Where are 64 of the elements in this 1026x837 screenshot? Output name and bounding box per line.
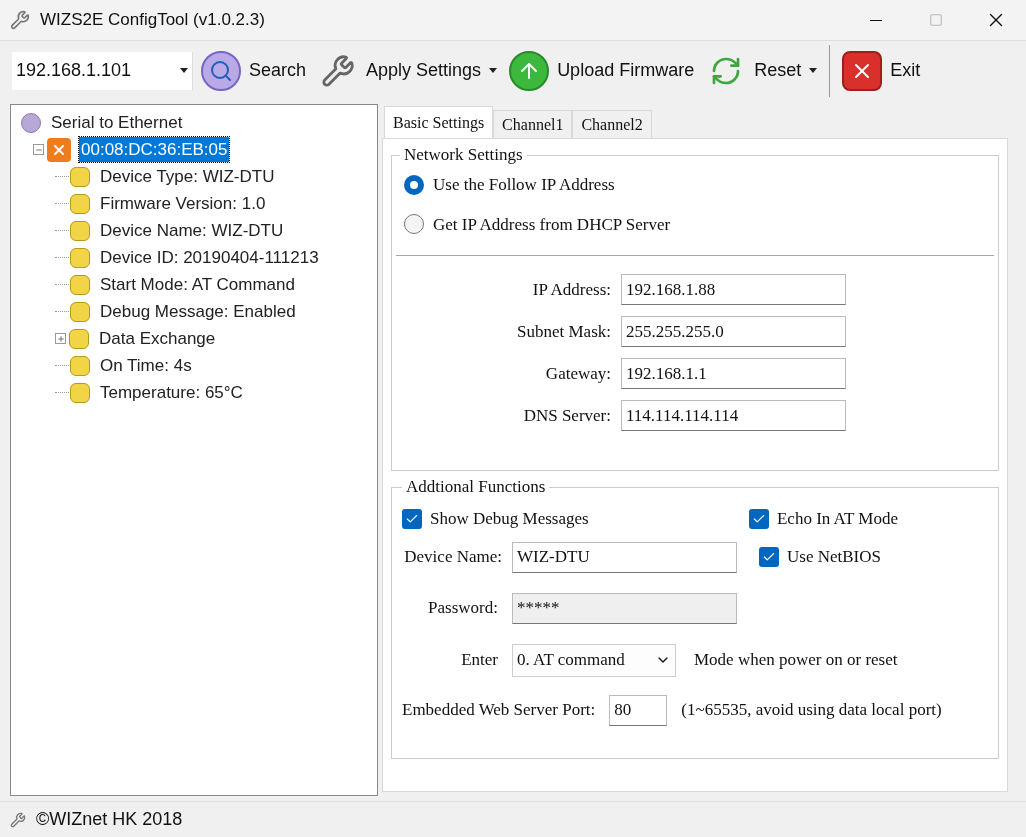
upload-icon [509,50,550,91]
port-field[interactable]: 80 [609,694,668,726]
tree-item[interactable]: On Time: 4s [98,352,194,379]
field-label: DNS Server: [522,404,612,427]
caret-icon [180,68,188,73]
tree-item[interactable]: Start Mode: AT Command [98,271,297,298]
tree-item[interactable]: Temperature: 65°C [98,379,245,406]
maximize-icon [929,13,943,27]
window-title: WIZS2E ConfigTool (v1.0.2.3) [40,9,265,32]
tree-item[interactable]: 00:08:DC:36:EB:05 [79,136,230,163]
text-field[interactable]: 192.168.1.1 [621,358,846,389]
field-label: Password: [427,597,499,620]
check-icon [762,550,776,564]
toolbar-button[interactable]: Reset [702,46,822,95]
checkbox[interactable] [759,547,779,567]
toolbar-button[interactable]: Upload Firmware [505,46,699,95]
search-icon [201,50,241,91]
checkbox-label: Show Debug Messages [430,508,589,530]
plus-icon [56,334,65,343]
tree-item[interactable]: Data Exchange [97,325,218,352]
tree-item[interactable]: Firmware Version: 1.0 [98,190,268,217]
text-field[interactable]: 255.255.255.0 [621,316,846,347]
toolbar-button[interactable]: Apply Settings [314,46,502,95]
radio-button[interactable] [404,174,424,195]
tree-item[interactable]: Device Name: WIZ-DTU [98,217,286,244]
tab[interactable]: Basic Settings [384,106,494,138]
address-combo[interactable]: 192.168.1.101 [12,51,193,90]
field-label: Enter [460,649,499,672]
mode-dropdown[interactable]: 0. AT command [512,643,676,677]
field-label: Gateway: [544,362,612,385]
toolbar-button[interactable]: Search [197,46,311,95]
tab[interactable]: Channel2 [572,110,652,138]
hint-text: (1~65535, avoid using data local port) [681,699,942,722]
device-icon [47,137,71,162]
radio-label: Use the Follow IP Address [433,174,615,196]
caret-icon [809,68,818,73]
expand-toggle[interactable] [55,333,66,344]
toolbar-button[interactable]: Exit [838,46,925,95]
field-label: Embedded Web Server Port: [402,699,597,722]
tree-item[interactable]: Debug Message: Enabled [98,298,298,325]
text-field[interactable]: 192.168.1.88 [621,274,846,305]
radio-label: Get IP Address from DHCP Server [433,213,671,236]
field-label: Subnet Mask: [516,320,612,343]
tree-item[interactable]: Device ID: 20190404-111213 [98,244,321,271]
status-text: ©WIZnet HK 2018 [36,808,183,831]
checkbox[interactable] [748,508,769,529]
close-icon [842,50,883,91]
tree-item[interactable]: Device Type: WIZ-DTU [98,163,277,190]
collapse-toggle[interactable] [33,144,44,155]
checkbox-label: Use NetBIOS [787,546,881,569]
field-label: IP Address: [531,278,612,301]
checkbox-label: Echo In AT Mode [776,508,898,530]
text-field[interactable]: 114.114.114.114 [621,400,846,431]
field-label: Device Name: [403,546,503,569]
tab[interactable]: Channel1 [493,110,573,138]
radio-button[interactable] [404,214,424,235]
app-icon [8,8,32,32]
device-name-field[interactable]: WIZ-DTU [512,541,737,573]
hint-text: Mode when power on or reset [694,649,898,672]
caret-icon [489,68,498,73]
checkbox[interactable] [402,508,422,529]
tree-item[interactable]: Serial to Ethernet [49,109,185,136]
minimize-icon [870,19,882,21]
group-title: Network Settings [400,145,527,165]
